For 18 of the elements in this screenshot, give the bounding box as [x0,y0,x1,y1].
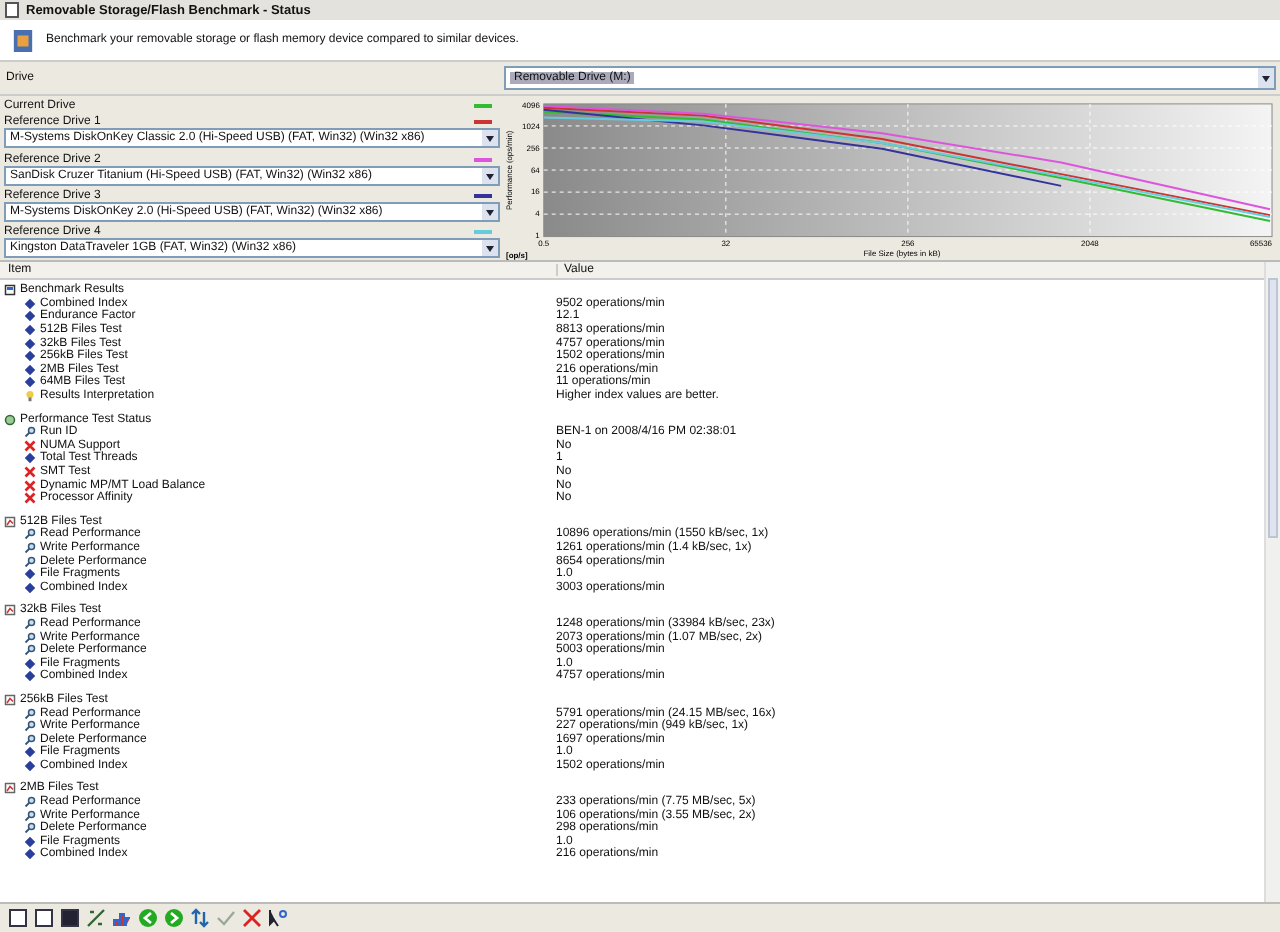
cross-icon[interactable] [242,908,262,928]
diamond-icon [24,452,36,465]
dropdown-arrow-icon [482,240,498,256]
chart-icon[interactable] [112,908,132,928]
search-icon [24,426,36,439]
dropdown-arrow-icon [482,130,498,147]
scrollbar[interactable] [1264,262,1280,902]
forward-icon[interactable] [164,908,184,928]
status-circle-icon [4,413,16,426]
back-icon[interactable] [138,908,158,928]
device-icon [12,27,34,53]
dropdown-arrow-icon [482,203,498,220]
dropdown-arrow-icon [482,167,498,183]
help-icon[interactable] [268,908,288,928]
scrollbar-thumb[interactable] [1268,278,1278,538]
bulb-icon [24,390,36,403]
cross-icon [24,439,36,452]
refresh-icon[interactable] [190,908,210,928]
